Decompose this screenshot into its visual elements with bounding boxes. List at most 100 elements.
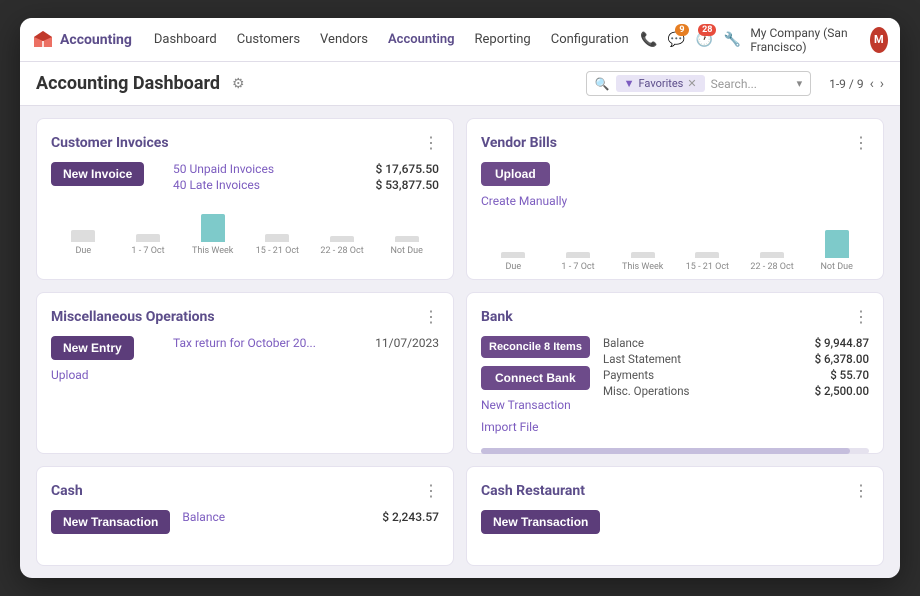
bank-menu-icon[interactable]: ⋮ [853,307,869,326]
vendor-bills-title: Vendor Bills [481,135,557,151]
misc-ops-label: Misc. Operations [603,384,689,398]
chart-bar-1-7 [136,234,160,242]
nav-dashboard[interactable]: Dashboard [144,28,227,51]
last-statement-row: Last Statement $ 6,378.00 [603,352,869,366]
vb-chart-bar-not-due [825,230,849,258]
customer-invoices-menu-icon[interactable]: ⋮ [423,133,439,152]
vendor-bills-card: Vendor Bills ⋮ Upload Create Manually Du… [466,118,884,280]
nav-vendors[interactable]: Vendors [310,28,378,51]
user-avatar[interactable]: M [870,27,888,53]
misc-ops-menu-icon[interactable]: ⋮ [423,307,439,326]
vb-chart-col-1-7: 1 - 7 Oct [546,222,611,272]
vb-chart-label-22-28: 22 - 28 Oct [750,262,793,272]
customer-invoices-card: Customer Invoices ⋮ New Invoice 50 Unpai… [36,118,454,280]
chart-label-15-21: 15 - 21 Oct [256,246,299,256]
vb-chart-label-due: Due [506,262,522,272]
last-statement-value: $ 6,378.00 [815,352,869,366]
cash-new-transaction-button[interactable]: New Transaction [51,510,170,534]
cash-restaurant-new-transaction-button[interactable]: New Transaction [481,510,600,534]
unpaid-invoices-label[interactable]: 50 Unpaid Invoices [173,162,274,176]
vb-chart-label-1-7: 1 - 7 Oct [561,262,594,272]
search-icon: 🔍 [595,77,610,91]
new-entry-button[interactable]: New Entry [51,336,134,360]
customer-invoices-header: Customer Invoices ⋮ [51,133,439,152]
misc-ops-header: Miscellaneous Operations ⋮ [51,307,439,326]
main-window: Accounting Dashboard Customers Vendors A… [20,18,900,578]
cash-menu-icon[interactable]: ⋮ [423,481,439,500]
activity-icon-btn[interactable]: 🕐 28 [695,26,715,54]
misc-ops-row: Misc. Operations $ 2,500.00 [603,384,869,398]
customer-invoices-body: New Invoice 50 Unpaid Invoices $ 17,675.… [51,162,439,192]
app-logo-icon [32,29,54,51]
bank-title: Bank [481,309,513,325]
top-navigation: Accounting Dashboard Customers Vendors A… [20,18,900,62]
misc-entry-date: 11/07/2023 [375,336,439,350]
import-file-link[interactable]: Import File [481,420,591,434]
unpaid-invoices-row: 50 Unpaid Invoices $ 17,675.50 [173,162,439,176]
vb-chart-bar-22-28 [760,252,784,258]
payments-row: Payments $ 55.70 [603,368,869,382]
vendor-bills-body: Upload Create Manually [481,162,869,208]
customer-invoices-chart: Due 1 - 7 Oct This Week 15 - 21 Oct 22 -… [51,206,439,256]
chart-col-this-week: This Week [180,206,245,256]
bank-scrollbar-area [467,444,883,458]
wrench-icon: 🔧 [724,32,741,48]
cash-header: Cash ⋮ [51,481,439,500]
reconcile-button[interactable]: Reconcile 8 Items [481,336,590,358]
nav-accounting[interactable]: Accounting [378,28,465,51]
late-invoices-label[interactable]: 40 Late Invoices [173,178,260,192]
phone-icon-btn[interactable]: 📞 [639,26,659,54]
bank-scroll-thumb[interactable] [481,448,850,454]
filter-tag: ▼ Favorites ✕ [616,75,705,92]
nav-configuration[interactable]: Configuration [541,28,639,51]
topnav-right-area: 📞 💬 9 🕐 28 🔧 My Company (San Francisco) … [639,26,888,54]
customer-invoices-right: 50 Unpaid Invoices $ 17,675.50 40 Late I… [173,162,439,192]
misc-ops-left: New Entry Upload [51,336,161,382]
customer-invoices-left: New Invoice [51,162,161,192]
new-transaction-link[interactable]: New Transaction [481,398,591,412]
nav-customers[interactable]: Customers [227,28,310,51]
cash-right: Balance $ 2,243.57 [182,510,439,534]
pagination-next-btn[interactable]: › [880,76,884,92]
company-label[interactable]: My Company (San Francisco) [750,26,861,54]
settings-icon-btn[interactable]: 🔧 [722,26,742,54]
filter-close-icon[interactable]: ✕ [687,77,696,90]
chart-col-1-7: 1 - 7 Oct [116,206,181,256]
misc-entry-label[interactable]: Tax return for October 20... [173,336,365,350]
connect-bank-button[interactable]: Connect Bank [481,366,590,390]
nav-reporting[interactable]: Reporting [465,28,541,51]
chat-icon-btn[interactable]: 💬 9 [667,26,687,54]
pagination-prev-btn[interactable]: ‹ [870,76,874,92]
chat-badge: 9 [675,24,688,36]
brand-name: Accounting [60,32,132,48]
vb-chart-col-22-28: 22 - 28 Oct [740,222,805,272]
cash-left: New Transaction [51,510,170,534]
pagination: 1-9 / 9 ‹ › [829,76,884,92]
cash-balance-row: Balance $ 2,243.57 [182,510,439,524]
settings-gear-icon[interactable]: ⚙ [232,76,245,92]
cash-restaurant-menu-icon[interactable]: ⋮ [853,481,869,500]
search-input[interactable]: Search... [711,77,791,91]
cash-restaurant-card: Cash Restaurant ⋮ New Transaction [466,466,884,566]
bank-scroll-track[interactable] [481,448,869,454]
vendor-bills-chart: Due 1 - 7 Oct This Week 15 - 21 Oct 22 -… [481,222,869,272]
bank-header: Bank ⋮ [481,307,869,326]
upload-button[interactable]: Upload [481,162,550,186]
cash-restaurant-body: New Transaction [481,510,869,534]
cash-balance-label: Balance [182,510,225,524]
misc-ops-right: Tax return for October 20... 11/07/2023 [173,336,439,382]
vb-chart-col-not-due: Not Due [804,222,869,272]
filter-icon: ▼ [624,77,635,90]
customer-invoices-title: Customer Invoices [51,135,169,151]
vb-chart-bar-15-21 [695,252,719,258]
search-dropdown-icon[interactable]: ▾ [797,77,803,90]
vendor-bills-menu-icon[interactable]: ⋮ [853,133,869,152]
create-manually-link[interactable]: Create Manually [481,194,591,208]
vb-chart-label-15-21: 15 - 21 Oct [686,262,729,272]
search-input-container[interactable]: 🔍 ▼ Favorites ✕ Search... ▾ [586,71,811,96]
bank-balance-label: Balance [603,336,644,350]
misc-upload-link[interactable]: Upload [51,368,161,382]
misc-ops-body: New Entry Upload Tax return for October … [51,336,439,382]
late-invoices-row: 40 Late Invoices $ 53,877.50 [173,178,439,192]
new-invoice-button[interactable]: New Invoice [51,162,144,186]
